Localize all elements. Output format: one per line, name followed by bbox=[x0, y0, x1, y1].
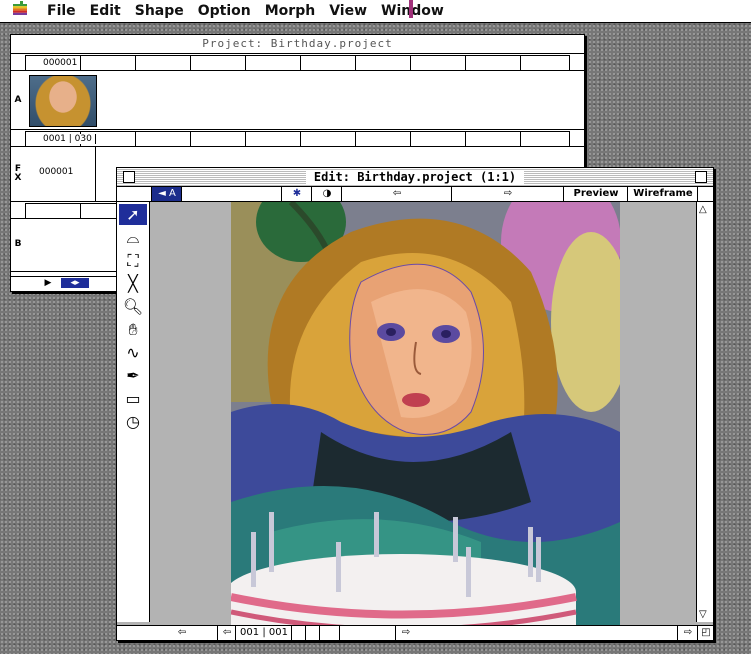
canvas-area[interactable] bbox=[150, 202, 713, 626]
edit-window: Edit: Birthday.project (1:1) ◄ A ✱ ◑ ⇦ ⇨… bbox=[116, 167, 714, 641]
lasso-tool-icon[interactable]: ⌓ bbox=[119, 227, 147, 248]
fx-frame-label: 000001 bbox=[39, 167, 74, 177]
edit-titlebar[interactable]: Edit: Birthday.project (1:1) bbox=[117, 168, 713, 187]
rectangle-tool-icon[interactable]: ▭ bbox=[119, 388, 147, 409]
back-arrow-icon[interactable]: ⇦ bbox=[341, 187, 452, 201]
menu-shape[interactable]: Shape bbox=[128, 3, 191, 19]
grow-box-icon[interactable]: ◰ bbox=[697, 626, 714, 640]
zoom-box-icon[interactable] bbox=[695, 171, 707, 183]
scroll-left-icon[interactable]: ⇦ bbox=[147, 626, 217, 640]
vertical-scrollbar[interactable]: △ ▽ bbox=[696, 202, 713, 622]
sparkle-icon[interactable]: ✱ bbox=[281, 187, 312, 201]
frame-counter: 001 | 001 bbox=[235, 626, 292, 640]
contrast-icon[interactable]: ◑ bbox=[311, 187, 342, 201]
track-letter: B bbox=[14, 239, 22, 249]
menu-file[interactable]: File bbox=[40, 3, 83, 19]
frame-slot[interactable] bbox=[319, 626, 340, 640]
timer-tool-icon[interactable]: ◷ bbox=[119, 411, 147, 432]
pointer-tool-icon[interactable]: ➚ bbox=[119, 204, 147, 225]
crop-tool-icon[interactable]: ⛶ bbox=[119, 250, 147, 271]
scroll-up-icon[interactable]: △ bbox=[699, 204, 707, 215]
scroll-down-icon[interactable]: ▽ bbox=[699, 609, 707, 620]
line-tool-icon[interactable]: ╳ bbox=[119, 273, 147, 294]
project-title: Project: Birthday.project bbox=[202, 37, 393, 50]
menu-bar: File Edit Shape Option Morph View Window bbox=[0, 0, 751, 23]
preview-button[interactable]: Preview bbox=[563, 187, 628, 201]
track-ruler-1: 000001 bbox=[11, 54, 584, 71]
divider bbox=[95, 147, 96, 201]
frame-slot[interactable] bbox=[339, 626, 396, 640]
menu-morph[interactable]: Morph bbox=[258, 3, 322, 19]
magnifier-tool-icon[interactable]: 🔍︎ bbox=[119, 296, 147, 317]
pen-tool-icon[interactable]: ✒︎ bbox=[119, 365, 147, 386]
menu-option[interactable]: Option bbox=[191, 3, 258, 19]
forward-arrow-icon[interactable]: ⇨ bbox=[451, 187, 564, 201]
close-box-icon[interactable] bbox=[123, 171, 135, 183]
timeline-ruler[interactable]: 000001 bbox=[25, 55, 570, 71]
track-letter: F X bbox=[14, 164, 22, 183]
project-titlebar[interactable]: Project: Birthday.project bbox=[11, 35, 584, 54]
frame-back-icon[interactable]: ⇦ bbox=[217, 626, 236, 640]
wireframe-button[interactable]: Wireframe bbox=[627, 187, 698, 201]
apple-menu-icon[interactable] bbox=[0, 1, 40, 21]
edit-title: Edit: Birthday.project (1:1) bbox=[305, 170, 525, 184]
ruler-label: 0001 | 030 bbox=[40, 134, 96, 144]
play-icon[interactable]: ▶ bbox=[39, 278, 57, 288]
ruler-label: 000001 bbox=[40, 58, 82, 68]
timeline-ruler[interactable]: 0001 | 030 bbox=[25, 131, 570, 147]
toolbar-end bbox=[697, 187, 714, 201]
clip-thumbnail[interactable] bbox=[29, 75, 97, 127]
curve-tool-icon[interactable]: ∿ bbox=[119, 342, 147, 363]
prev-frame-button[interactable]: ◄ A bbox=[151, 187, 182, 201]
frame-slot[interactable] bbox=[305, 626, 320, 640]
morph-source-image[interactable] bbox=[231, 202, 620, 626]
edit-toolbar: ◄ A ✱ ◑ ⇦ ⇨ Preview Wireframe bbox=[117, 187, 713, 202]
menu-view[interactable]: View bbox=[322, 3, 374, 19]
scroll-right-icon[interactable]: ⇨ bbox=[677, 626, 698, 640]
tool-palette: ➚ ⌓ ⛶ ╳ 🔍︎ ✋︎ ∿ ✒︎ ▭ ◷ bbox=[117, 202, 150, 622]
loop-icon[interactable]: ◂▸ bbox=[61, 278, 89, 288]
track-ruler-2: 0001 | 030 bbox=[11, 130, 584, 147]
toolbar-slot bbox=[181, 187, 282, 201]
frame-slot[interactable] bbox=[291, 626, 306, 640]
hand-tool-icon[interactable]: ✋︎ bbox=[119, 319, 147, 340]
menu-edit[interactable]: Edit bbox=[83, 3, 128, 19]
horizontal-scrollbar: ⇦ ⇦ 001 | 001 ⇨ ⇨ ◰ bbox=[117, 625, 713, 640]
track-letter: A bbox=[14, 95, 22, 105]
frame-forward-icon[interactable]: ⇨ bbox=[395, 626, 416, 640]
menubar-marker bbox=[409, 0, 413, 18]
